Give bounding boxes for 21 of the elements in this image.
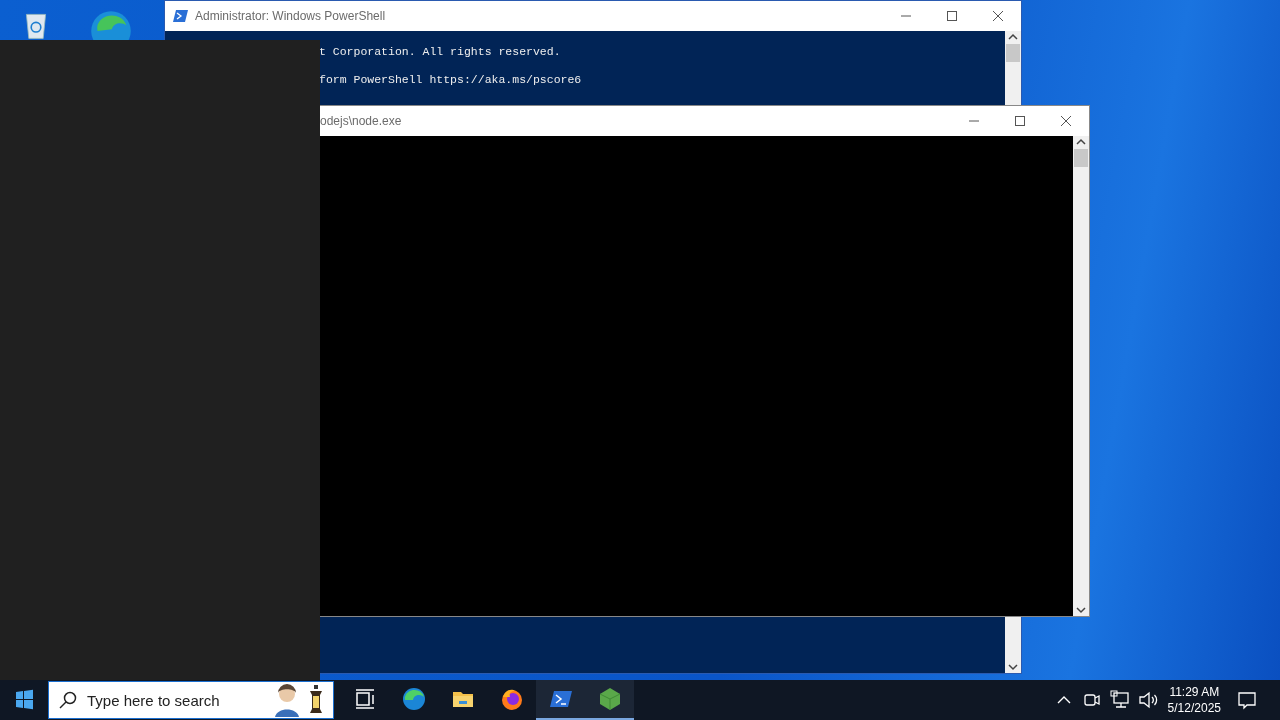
window-title: odejs\node.exe — [320, 114, 402, 128]
search-field[interactable]: Type here to search — [48, 681, 334, 719]
terminal-icon — [173, 8, 189, 24]
person-figure-icon — [272, 683, 302, 717]
console-text: form PowerShell https://aka.ms/pscore6 — [319, 73, 582, 86]
window-title: Administrator: Windows PowerShell — [195, 9, 386, 23]
browser-icon — [401, 687, 426, 711]
scrollbar[interactable] — [1005, 31, 1021, 106]
scrollbar[interactable] — [1005, 616, 1021, 673]
scroll-thumb[interactable] — [1006, 44, 1020, 62]
scrollbar[interactable] — [1073, 136, 1089, 616]
firefox-icon — [499, 687, 524, 711]
console-text: t Corporation. All rights reserved. — [319, 45, 561, 58]
scroll-thumb[interactable] — [1074, 149, 1088, 167]
scroll-down-icon[interactable] — [1073, 604, 1089, 616]
search-icon — [58, 690, 78, 710]
scroll-down-icon[interactable] — [1005, 661, 1021, 673]
clock[interactable]: 11:29 AM 5/12/2025 — [1167, 684, 1221, 716]
hexagon-icon — [597, 687, 622, 711]
taskbar-app[interactable] — [585, 680, 634, 720]
taskbar-app[interactable] — [536, 680, 585, 720]
